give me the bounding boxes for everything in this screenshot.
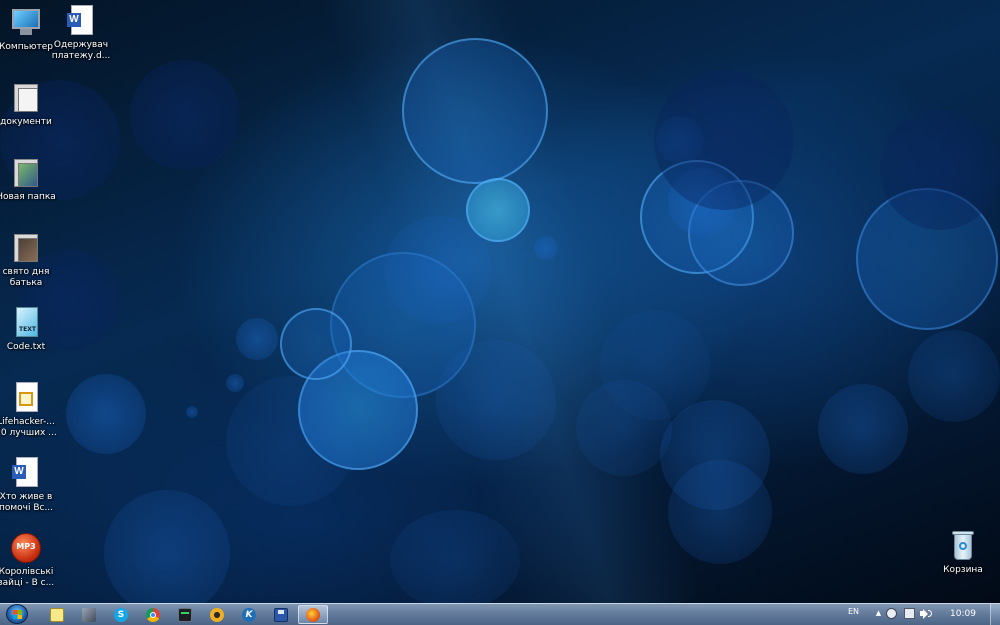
desktop-icon-new-folder[interactable]: Новая папка: [0, 157, 57, 203]
volume-icon[interactable]: [920, 608, 932, 619]
bokeh-bubble: [668, 460, 772, 564]
taskbar-clock[interactable]: 10:09: [940, 604, 986, 625]
folder-icon: [10, 157, 42, 189]
taskbar-k-app-button[interactable]: K: [234, 605, 264, 624]
sticky-notes-icon: [50, 607, 64, 622]
chrome-icon: [146, 607, 160, 622]
taskbar-terminal-button[interactable]: [170, 605, 200, 624]
word-document-icon: W: [65, 5, 97, 37]
desktop-icon-mp3[interactable]: MP3 Королівські зайці - В с...: [0, 532, 57, 589]
desktop-icon-fathers-day[interactable]: свято дня батька: [0, 232, 57, 289]
bokeh-bubble: [186, 406, 198, 418]
clock-sync-icon[interactable]: [886, 608, 897, 619]
computer-icon: [10, 7, 42, 39]
taskbar-save-button[interactable]: [266, 605, 296, 624]
bokeh-bubble: [104, 490, 230, 603]
desktop-icon-label: Code.txt: [6, 342, 46, 352]
word-document-icon: W: [10, 457, 42, 489]
start-button[interactable]: [2, 604, 34, 625]
bokeh-bubble: [818, 384, 908, 474]
bokeh-bubble: [436, 340, 556, 460]
bokeh-bubble: [130, 60, 240, 170]
html-file-icon: [10, 382, 42, 414]
skype-icon: S: [114, 607, 128, 622]
bokeh-bubble: [66, 374, 146, 454]
desktop-icon-label: Хто живе в помочі Вс...: [0, 492, 54, 513]
taskbar: S K EN ▲ 10:09: [0, 603, 1000, 625]
bokeh-bubble: [226, 376, 356, 506]
bokeh-bubble: [402, 38, 548, 184]
folder-icon: [10, 82, 42, 114]
firefox-icon: [306, 607, 320, 622]
save-icon: [274, 607, 288, 622]
bokeh-bubble: [880, 110, 1000, 230]
bokeh-bubble: [600, 310, 710, 420]
aimp-icon: [210, 607, 224, 622]
box-icon: [82, 607, 96, 622]
bokeh-bubble: [226, 374, 244, 392]
taskbar-aimp-button[interactable]: [202, 605, 232, 624]
language-indicator[interactable]: EN: [848, 607, 859, 616]
bokeh-bubble: [236, 318, 278, 360]
taskbar-firefox-button[interactable]: [298, 605, 328, 624]
desktop-icon-label: Компьютер: [0, 42, 53, 52]
desktop-icon-code-txt[interactable]: TEXT Code.txt: [0, 307, 57, 353]
bokeh-bubble: [654, 70, 794, 210]
desktop-icon-recycle-bin[interactable]: Корзина: [932, 530, 994, 576]
folder-icon: [10, 232, 42, 264]
taskbar-chrome-button[interactable]: [138, 605, 168, 624]
recycle-bin-icon: [947, 530, 979, 562]
desktop-icon-computer[interactable]: Компьютер: [0, 7, 57, 53]
desktop-icon-label: Корзина: [943, 565, 983, 575]
bokeh-bubble: [390, 510, 520, 603]
desktop-icon-label: свято дня батька: [2, 267, 50, 288]
desktop-background[interactable]: Компьютер W Одержувач платежу.d... докум…: [0, 0, 1000, 603]
network-icon[interactable]: [904, 608, 915, 619]
mp3-file-icon: MP3: [10, 532, 42, 564]
windows-start-orb-icon: [6, 604, 28, 624]
terminal-icon: [178, 607, 192, 622]
show-hidden-icons-button[interactable]: ▲: [873, 608, 884, 619]
desktop-icon-label: Lifehacker-... 10 лучших ...: [0, 417, 57, 438]
bokeh-bubble: [384, 216, 492, 324]
text-file-icon: TEXT: [10, 307, 42, 339]
desktop-icon-label: Королівські зайці - В с...: [0, 567, 55, 588]
show-desktop-button[interactable]: [990, 604, 1000, 625]
desktop-icon-documents[interactable]: документи: [0, 82, 57, 128]
bokeh-bubble: [908, 330, 1000, 422]
taskbar-package-button[interactable]: [74, 605, 104, 624]
bokeh-bubble: [280, 308, 352, 380]
desktop-icon-lifehacker[interactable]: Lifehacker-... 10 лучших ...: [0, 382, 57, 439]
k-app-icon: K: [242, 607, 256, 622]
desktop-icon-label: документи: [0, 117, 52, 127]
desktop-icon-payment-doc[interactable]: W Одержувач платежу.d...: [50, 5, 112, 62]
desktop-icon-who-lives-doc[interactable]: W Хто живе в помочі Вс...: [0, 457, 57, 514]
bokeh-bubble: [534, 236, 558, 260]
desktop-icon-label: Одержувач платежу.d...: [51, 40, 111, 61]
desktop-icon-label: Новая папка: [0, 192, 56, 202]
taskbar-skype-button[interactable]: S: [106, 605, 136, 624]
taskbar-sticky-notes-button[interactable]: [42, 605, 72, 624]
